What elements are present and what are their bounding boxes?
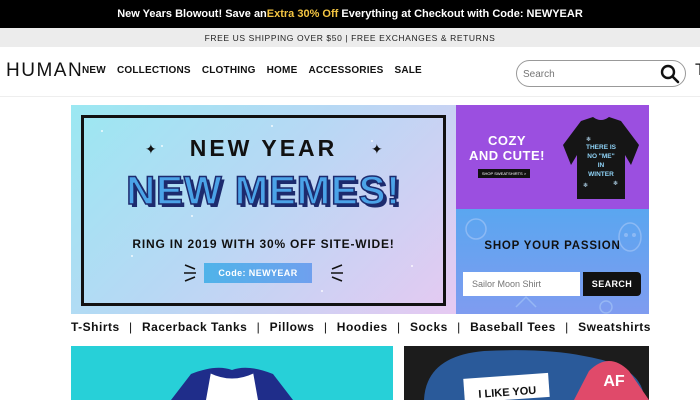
category-tshirts[interactable]: T-Shirts <box>71 320 120 334</box>
svg-text:THERE IS: THERE IS <box>586 144 617 151</box>
svg-text:NO "ME": NO "ME" <box>587 153 614 160</box>
shop-sweatshirts-button[interactable]: SHOP SWEATSHIRTS > <box>478 169 530 178</box>
nav-sale[interactable]: SALE <box>394 65 421 76</box>
category-separator: | <box>256 320 261 334</box>
nav-collections[interactable]: COLLECTIONS <box>117 65 191 76</box>
promo-code-badge: Code: NEWYEAR <box>204 263 312 283</box>
passion-search-button[interactable]: SEARCH <box>583 272 641 296</box>
category-separator: | <box>129 320 133 334</box>
nav-new[interactable]: NEW <box>82 65 106 76</box>
passion-title: SHOP YOUR PASSION <box>484 240 621 252</box>
search-icon[interactable] <box>660 64 680 84</box>
promo-highlight: Extra 30% Off <box>266 8 339 20</box>
svg-text:❄: ❄ <box>583 182 588 189</box>
site-logo[interactable]: HUMAN <box>6 60 83 82</box>
product-tile-baseball-tee[interactable] <box>71 346 393 400</box>
category-links: T-Shirts | Racerback Tanks | Pillows | H… <box>71 319 651 335</box>
category-baseball-tees[interactable]: Baseball Tees <box>470 320 556 334</box>
baseball-tee-image <box>171 367 293 400</box>
hero-tagline: NEW YEAR <box>189 135 338 161</box>
site-header: HUMAN NEW COLLECTIONS CLOTHING HOME ACCE… <box>0 47 700 97</box>
search-input[interactable] <box>523 67 653 81</box>
nav-clothing[interactable]: CLOTHING <box>202 65 256 76</box>
passion-search-input[interactable] <box>463 272 580 296</box>
svg-text:AF: AF <box>603 373 625 390</box>
hero-banner[interactable]: ✦ ✦ NEW YEAR NEW MEMES! RING IN 2019 WIT… <box>71 105 456 314</box>
category-pillows[interactable]: Pillows <box>270 320 315 334</box>
category-socks[interactable]: Socks <box>410 320 448 334</box>
category-sweatshirts[interactable]: Sweatshirts <box>578 320 651 334</box>
product-tile-pin[interactable]: I LIKE YOU AF <box>404 346 649 400</box>
promo-banner[interactable]: New Years Blowout! Save an Extra 30% Off… <box>0 0 700 28</box>
promo-text-end: Everything at Checkout with Code: NEWYEA… <box>338 8 583 20</box>
svg-text:IN: IN <box>598 162 605 169</box>
doodle-background <box>465 218 642 314</box>
hero-subtitle: RING IN 2019 WITH 30% OFF SITE-WIDE! <box>132 237 395 251</box>
category-separator: | <box>323 320 328 334</box>
shipping-text: FREE US SHIPPING OVER $50 | FREE EXCHANG… <box>204 32 496 43</box>
main-nav: NEW COLLECTIONS CLOTHING HOME ACCESSORIE… <box>82 65 433 76</box>
shipping-banner[interactable]: FREE US SHIPPING OVER $50 | FREE EXCHANG… <box>0 28 700 47</box>
promo-text-start: New Years Blowout! Save an <box>117 8 267 20</box>
passion-search-panel: SHOP YOUR PASSION SEARCH <box>456 209 649 314</box>
sweatshirt-promo[interactable]: COZY AND CUTE! SHOP SWEATSHIRTS > THERE … <box>456 105 649 209</box>
pin-product-image: I LIKE YOU AF <box>424 350 649 400</box>
burst-lines-icon <box>184 264 196 282</box>
category-separator: | <box>457 320 461 334</box>
burst-lines-icon <box>331 264 343 282</box>
nav-home[interactable]: HOME <box>267 65 298 76</box>
nav-accessories[interactable]: ACCESSORIES <box>308 65 383 76</box>
svg-text:❄: ❄ <box>613 180 618 187</box>
sweatshirt-image: THERE IS NO "ME" IN WINTER ❄ ❄ ❄ <box>563 117 639 199</box>
sweatshirt-promo-title: COZY AND CUTE! <box>469 133 545 163</box>
category-separator: | <box>396 320 401 334</box>
category-racerback-tanks[interactable]: Racerback Tanks <box>142 320 247 334</box>
search-box <box>516 60 686 87</box>
svg-text:❄: ❄ <box>586 136 591 143</box>
cut-off-header-glyph: T <box>695 60 700 80</box>
category-separator: | <box>565 320 569 334</box>
svg-text:WINTER: WINTER <box>588 171 614 178</box>
category-hoodies[interactable]: Hoodies <box>337 320 388 334</box>
hero-title: NEW MEMES! <box>126 168 401 214</box>
